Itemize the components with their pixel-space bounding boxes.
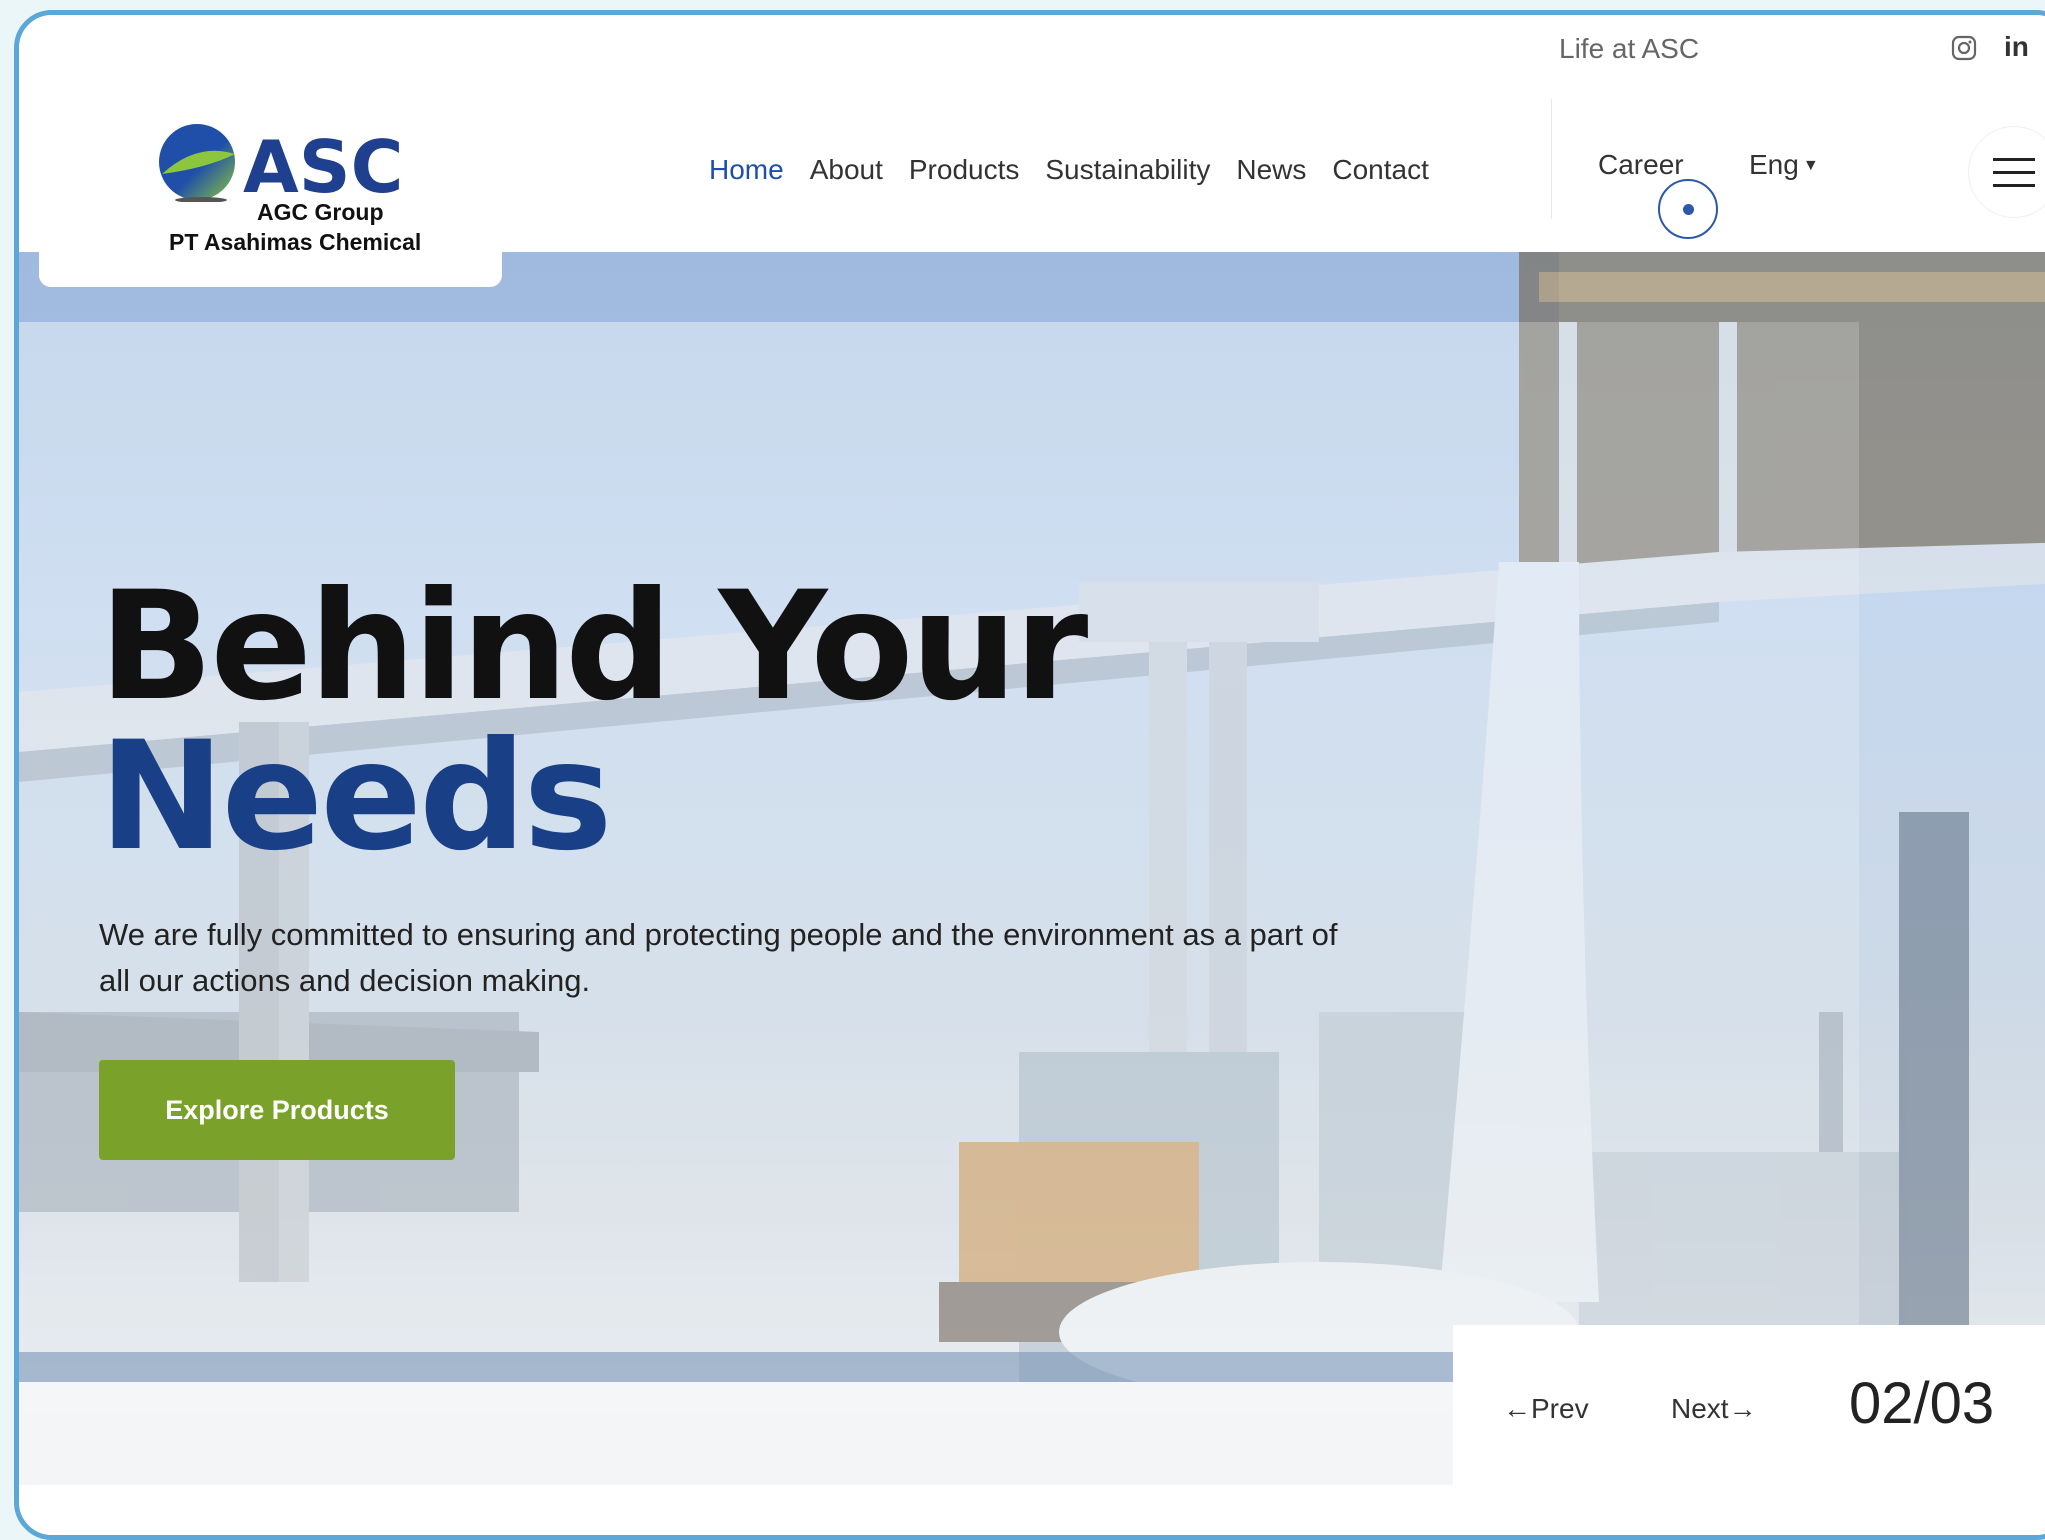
prev-label: Prev [1531,1393,1589,1424]
cursor-indicator-icon [1658,179,1718,239]
menu-bar-icon [1993,184,2035,187]
primary-menu: Home About Products Sustainability News … [709,87,1429,252]
arrow-right-icon: → [1728,1393,1757,1424]
language-label: Eng [1749,149,1799,180]
nav-products[interactable]: Products [909,154,1020,186]
slide-counter: 02/03 [1849,1371,1995,1436]
menu-bar-icon [1993,158,2035,161]
next-button[interactable]: Next→ [1671,1393,1757,1425]
nav-news[interactable]: News [1236,154,1306,186]
hero-title-line1: Behind Your [99,560,1088,734]
linkedin-icon[interactable]: in [2004,31,2029,63]
hero-title-line2: Needs [99,710,613,884]
nav-home[interactable]: Home [709,154,784,186]
logo-group-text: AGC Group [257,199,384,225]
hero-banner: Behind Your Needs We are fully committed… [19,252,2045,1485]
logo-text: ASC [243,125,403,202]
hero-title: Behind Your Needs [99,560,1088,884]
nav-contact[interactable]: Contact [1332,154,1429,186]
menu-bar-icon [1993,171,2035,174]
nav-divider [1551,99,1552,219]
nav-sustainability[interactable]: Sustainability [1045,154,1210,186]
hero-description: We are fully committed to ensuring and p… [99,917,1338,998]
prev-button[interactable]: ←Prev [1503,1393,1589,1425]
asc-logo: ASC [159,124,403,202]
slider-controls: ←Prev Next→ 02/03 [1453,1325,2045,1485]
career-link[interactable]: Career [1598,149,1684,181]
logo-company-text: PT Asahimas Chemical [169,229,422,255]
explore-products-button[interactable]: Explore Products [99,1060,455,1160]
nav-about[interactable]: About [810,154,883,186]
caret-down-icon: ▼ [1802,157,1819,174]
arrow-left-icon: ← [1503,1393,1531,1424]
instagram-icon[interactable] [1951,35,1977,61]
top-utility-bar: Life at ASC in [19,15,2045,88]
logo-card[interactable]: ASC AGC Group PT Asahimas Chemical [39,87,502,287]
browser-frame: Life at ASC in ASC AGC Group PT Asahimas… [14,10,2045,1540]
language-selector[interactable]: Eng ▼ [1749,149,1819,181]
next-label: Next [1671,1393,1729,1424]
life-at-asc-link[interactable]: Life at ASC [1559,33,1699,65]
